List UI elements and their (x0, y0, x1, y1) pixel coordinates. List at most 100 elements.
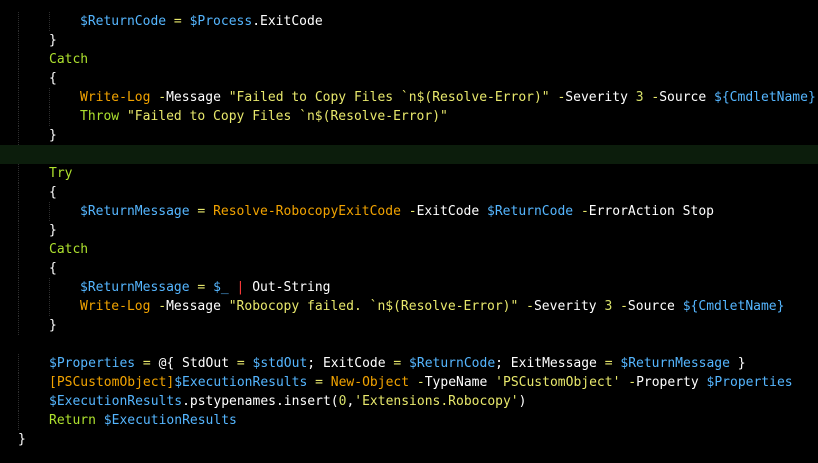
indent-guide (49, 88, 50, 107)
text-token: } (49, 318, 57, 333)
indent-guide (18, 240, 19, 259)
keyword-token: Catch (49, 52, 89, 67)
operator-token: - (620, 299, 628, 314)
code-line[interactable]: } (0, 126, 818, 145)
operator-token: - (526, 299, 534, 314)
parameter-token: Message (166, 90, 221, 105)
code-line[interactable]: Return $ExecutionResults (0, 411, 818, 430)
code-line-content: Write-Log -Message "Robocopy failed. `n$… (80, 299, 784, 314)
operator-token: = (236, 356, 245, 371)
variable-token: $ReturnCode (80, 14, 167, 29)
code-line-content: $ReturnCode = $Process.ExitCode (80, 14, 323, 29)
text-token: Out-String (244, 280, 331, 295)
command-token: Write-Log (80, 299, 151, 314)
code-line[interactable]: [PSCustomObject]$ExecutionResults = New-… (0, 373, 818, 392)
code-line[interactable] (0, 335, 818, 354)
operator-token: - (416, 375, 425, 390)
text-token: @{ StdOut (150, 356, 237, 371)
parameter-token: Severity (565, 90, 628, 105)
code-line-content: Return $ExecutionResults (49, 413, 237, 428)
code-line[interactable]: { (0, 183, 818, 202)
text-token: ; ExitCode (307, 356, 394, 371)
code-line-content: } (49, 223, 57, 238)
variable-token: $ExecutionResults (103, 413, 237, 428)
variable-token: $ReturnCode (409, 356, 496, 371)
code-line[interactable]: } (0, 31, 818, 50)
code-line-content: Throw "Failed to Copy Files `n$(Resolve-… (80, 109, 448, 124)
code-line-content: $ReturnMessage = $_ | Out-String (80, 280, 330, 295)
code-line[interactable]: } (0, 221, 818, 240)
operator-token: - (628, 375, 637, 390)
variable-token: $ReturnMessage (80, 204, 190, 219)
keyword-token: Return (49, 413, 96, 428)
variable-token: $stdOut (252, 356, 308, 371)
code-line[interactable]: } (0, 430, 818, 449)
indent-guide (18, 411, 19, 430)
indent-guide (18, 126, 19, 145)
code-line[interactable]: Catch (0, 50, 818, 69)
parameter-token: Source (659, 90, 707, 105)
code-line[interactable]: $ReturnCode = $Process.ExitCode (0, 12, 818, 31)
indent-guide (18, 164, 19, 183)
string-token: "Robocopy failed. `n$(Resolve-Error)" (228, 299, 519, 314)
indent-guide (49, 107, 50, 126)
code-line[interactable]: { (0, 259, 818, 278)
code-line[interactable]: Catch (0, 240, 818, 259)
variable-token: ${CmdletName} (714, 90, 816, 105)
keyword-token: Catch (49, 242, 89, 257)
text-token: } (49, 223, 57, 238)
text-token: ) (518, 394, 527, 409)
indent-guide (18, 316, 19, 335)
code-line[interactable]: { (0, 69, 818, 88)
command-token: [PSCustomObject] (49, 375, 175, 390)
text-token: .ExitCode (252, 14, 323, 29)
command-token: Resolve-RobocopyExitCode (213, 204, 401, 219)
current-code-line[interactable] (0, 145, 818, 164)
indent-guide (18, 373, 19, 392)
variable-token: $Properties (49, 356, 136, 371)
variable-token: $Properties (706, 375, 793, 390)
text-token: } (49, 128, 57, 143)
indent-guide (18, 221, 19, 240)
code-line[interactable]: Throw "Failed to Copy Files `n$(Resolve-… (0, 107, 818, 126)
operator-token: = (173, 14, 182, 29)
code-line-content: { (49, 261, 57, 276)
code-line[interactable]: Write-Log -Message "Robocopy failed. `n$… (0, 297, 818, 316)
indent-guide (49, 202, 50, 221)
code-line[interactable]: $ReturnMessage = $_ | Out-String (0, 278, 818, 297)
variable-token: $Process (189, 14, 253, 29)
code-line[interactable]: $Properties = @{ StdOut = $stdOut; ExitC… (0, 354, 818, 373)
code-line[interactable]: $ReturnMessage = Resolve-RobocopyExitCod… (0, 202, 818, 221)
code-line-content: Try (49, 166, 72, 181)
code-line[interactable]: Try (0, 164, 818, 183)
code-editor[interactable]: $ReturnCode = $Process.ExitCode} Catch {Wr… (0, 0, 818, 463)
code-line[interactable]: $ExecutionResults.pstypenames.insert(0,'… (0, 392, 818, 411)
operator-token: = (142, 356, 151, 371)
code-line-content: } (49, 128, 57, 143)
code-line[interactable]: } (0, 316, 818, 335)
indent-guide (18, 183, 19, 202)
variable-token: $ExecutionResults (174, 375, 308, 390)
indent-guide (18, 392, 19, 411)
code-line-content: } (49, 33, 57, 48)
indent-guide (18, 202, 19, 221)
indent-guide (18, 31, 19, 50)
indent-guide (18, 69, 19, 88)
indent-guide (18, 297, 19, 316)
code-line[interactable]: Write-Log -Message "Failed to Copy Files… (0, 88, 818, 107)
number-token: 3 (635, 90, 644, 105)
text-token: { (49, 261, 57, 276)
